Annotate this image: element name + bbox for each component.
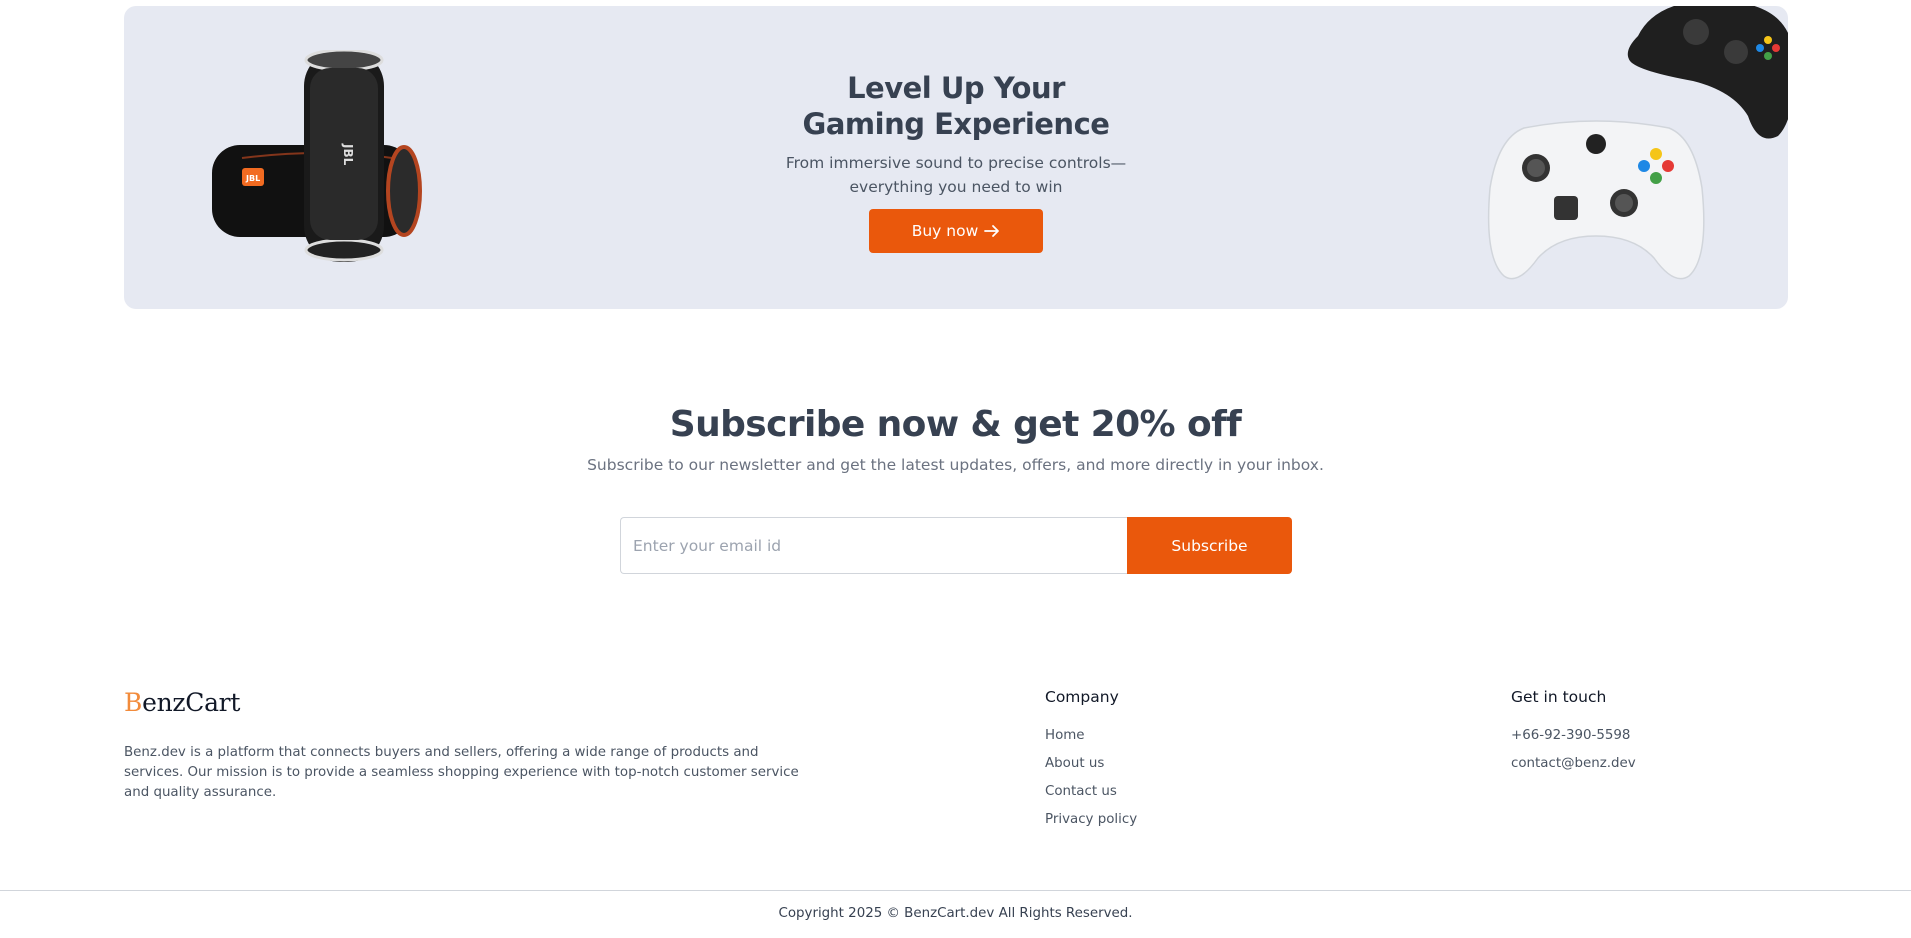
newsletter-title: Subscribe now & get 20% off [669,404,1242,445]
footer-contact-column: Get in touch +66-92-390-5598 contact@ben… [1511,688,1636,783]
footer-link-privacy-text[interactable]: Privacy policy [1045,812,1137,827]
subscribe-button[interactable]: Subscribe [1127,517,1292,574]
newsletter-form: Subscribe [620,517,1292,574]
contact-email: contact@benz.dev [1511,756,1636,771]
footer-description: Benz.dev is a platform that connects buy… [124,745,799,800]
contact-heading: Get in touch [1511,688,1607,706]
logo-text: enzCart [142,688,241,717]
newsletter-section: Subscribe now & get 20% off Subscribe to… [0,402,1911,474]
email-input[interactable] [620,517,1127,574]
contact-list: +66-92-390-5598 contact@benz.dev [1511,727,1636,783]
banner-subtitle-line1: From immersive sound to precise controls… [785,154,1127,172]
footer-link-about[interactable]: About us [1045,755,1137,783]
newsletter-text: Subscribe to our newsletter and get the … [587,456,1324,474]
footer-link-about-text[interactable]: About us [1045,756,1104,771]
footer-link-home-text[interactable]: Home [1045,728,1085,743]
promo-banner: JBL JBL Level Up Your Gaming Experience … [124,6,1788,309]
company-heading: Company [1045,688,1119,706]
footer-link-privacy[interactable]: Privacy policy [1045,811,1137,839]
footer-link-home[interactable]: Home [1045,727,1137,755]
copyright-text: Copyright 2025 © BenzCart.dev All Rights… [778,906,1133,921]
banner-subtitle-line2: everything you need to win [849,178,1063,196]
footer-divider [0,890,1911,891]
black-controller-image [1627,6,1788,139]
buy-now-button[interactable]: Buy now [869,209,1043,253]
logo[interactable]: BenzCart [124,688,240,717]
contact-phone: +66-92-390-5598 [1511,728,1631,743]
footer-company-column: Company Home About us Contact us Privacy… [1045,688,1137,839]
footer-link-contact-text[interactable]: Contact us [1045,784,1117,799]
white-controller-image [1487,120,1705,280]
buy-now-label: Buy now [911,222,979,240]
arrow-right-icon [984,225,1000,237]
banner-title-line2: Gaming Experience [802,107,1110,141]
footer-link-contact[interactable]: Contact us [1045,783,1137,811]
logo-initial: B [124,688,143,717]
company-links: Home About us Contact us Privacy policy [1045,727,1137,839]
banner-title-line1: Level Up Your [847,71,1065,105]
page: JBL JBL Level Up Your Gaming Experience … [0,0,1911,938]
